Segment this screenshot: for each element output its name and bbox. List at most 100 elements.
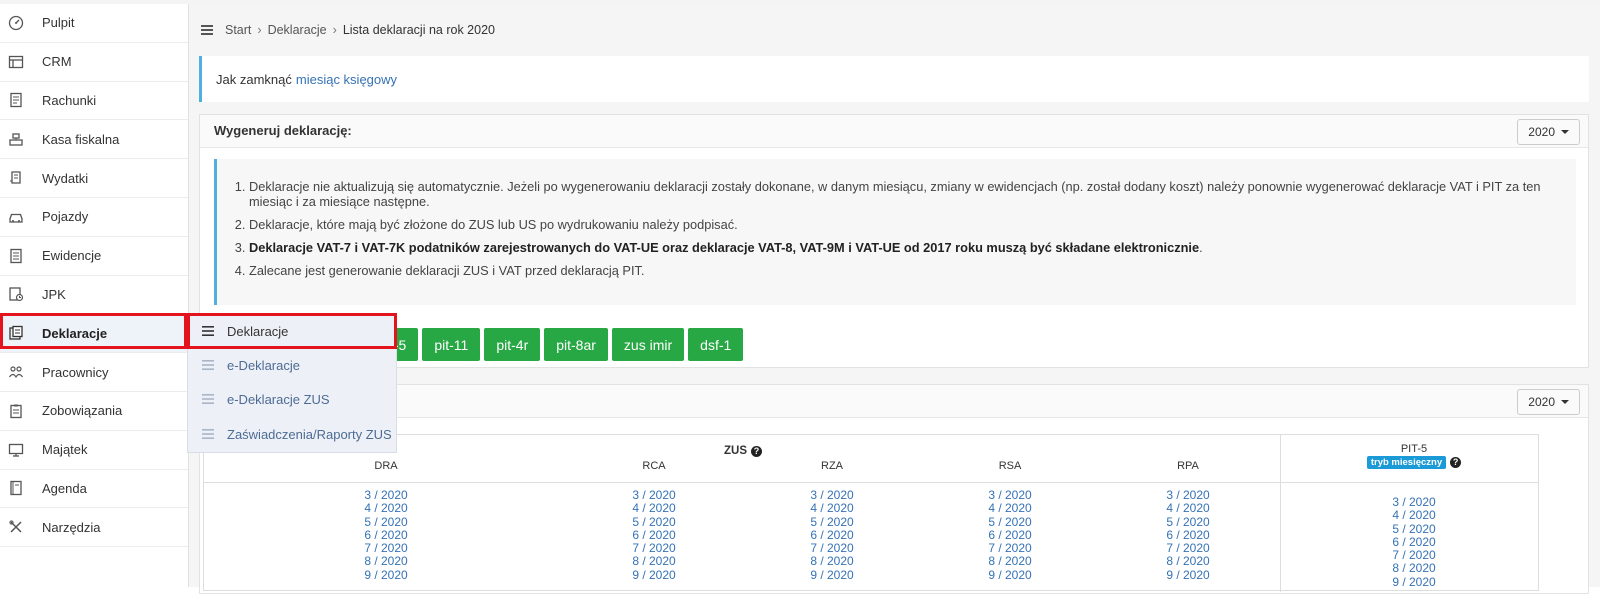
declaration-link[interactable]: 9 / 2020: [970, 568, 1050, 582]
sidebar-item-zobowiązania[interactable]: Zobowiązania: [0, 392, 188, 431]
declaration-link[interactable]: 5 / 2020: [792, 515, 872, 529]
generate-panel: Wygeneruj deklarację: 2020 Deklaracje ni…: [199, 114, 1589, 368]
declaration-link[interactable]: 4 / 2020: [614, 501, 694, 515]
declaration-link[interactable]: 7 / 2020: [792, 541, 872, 555]
generate-button-dsf-1[interactable]: dsf-1: [688, 328, 744, 361]
column-header-dra: DRA: [374, 460, 398, 472]
sidebar-item-rachunki[interactable]: Rachunki: [0, 82, 188, 121]
zus-group-label: ZUS: [724, 445, 747, 457]
pit-declaration-link[interactable]: 6 / 2020: [1374, 535, 1454, 549]
sidebar-item-narzędzia[interactable]: Narzędzia: [0, 508, 188, 548]
declaration-link[interactable]: 3 / 2020: [346, 488, 426, 502]
declaration-link[interactable]: 6 / 2020: [792, 528, 872, 542]
pit-declaration-link[interactable]: 4 / 2020: [1374, 508, 1454, 522]
pit-declaration-link[interactable]: 7 / 2020: [1374, 548, 1454, 562]
list-year-select[interactable]: 2020: [1517, 389, 1580, 415]
employees-icon: [9, 366, 23, 379]
declaration-link[interactable]: 9 / 2020: [346, 568, 426, 582]
pit-declaration-link[interactable]: 5 / 2020: [1374, 522, 1454, 536]
breadcrumb-declarations[interactable]: Deklaracje: [268, 23, 327, 37]
notes-box: Deklaracje nie aktualizują się automatyc…: [214, 159, 1576, 305]
pit-declaration-link[interactable]: 9 / 2020: [1374, 575, 1454, 589]
note-item-bold: Deklaracje VAT-7 i VAT-7K podatników zar…: [249, 240, 1200, 255]
submenu-item-deklaracje[interactable]: Deklaracje: [188, 314, 396, 348]
caret-down-icon: [1561, 400, 1569, 404]
pit-declaration-link[interactable]: 3 / 2020: [1374, 495, 1454, 509]
cash-register-icon: [9, 133, 23, 146]
generate-button-zus-imir[interactable]: zus imir: [611, 328, 685, 361]
sidebar-item-kasa-fiskalna[interactable]: Kasa fiskalna: [0, 120, 188, 160]
declaration-link[interactable]: 3 / 2020: [614, 488, 694, 502]
sidebar-item-majątek[interactable]: Majątek: [0, 431, 188, 470]
ledger-icon: [10, 248, 22, 263]
generate-button-pit-4r[interactable]: pit-4r: [484, 328, 541, 361]
generate-button-pit-11[interactable]: pit-11: [422, 328, 481, 361]
declaration-link[interactable]: 7 / 2020: [1148, 541, 1228, 555]
declaration-link[interactable]: 6 / 2020: [970, 528, 1050, 542]
declaration-link[interactable]: 9 / 2020: [792, 568, 872, 582]
declaration-link[interactable]: 5 / 2020: [614, 515, 694, 529]
sidebar-item-label: Agenda: [42, 480, 87, 496]
declaration-link[interactable]: 8 / 2020: [792, 555, 872, 569]
declaration-link[interactable]: 8 / 2020: [346, 555, 426, 569]
declaration-link[interactable]: 6 / 2020: [346, 528, 426, 542]
column-pit-5: 3 / 2020 4 / 2020 5 / 2020 6 / 2020 7 / 2020…: [1374, 495, 1454, 589]
declaration-link[interactable]: 9 / 2020: [1148, 568, 1228, 582]
menu-toggle-icon[interactable]: [201, 25, 213, 35]
sidebar-item-jpk[interactable]: JPK: [0, 276, 188, 315]
declaration-link[interactable]: 4 / 2020: [346, 501, 426, 515]
sidebar-item-label: Pulpit: [42, 15, 75, 31]
sidebar-item-label: Rachunki: [42, 92, 97, 108]
column-rza: 3 / 2020 4 / 2020 5 / 2020 6 / 2020 7 / 2020…: [792, 488, 872, 582]
submenu-item-e-deklaracje-zus[interactable]: e-Deklaracje ZUS: [188, 382, 396, 416]
declaration-link[interactable]: 3 / 2020: [970, 488, 1050, 502]
help-icon[interactable]: ?: [1450, 457, 1462, 468]
submenu-item-e-deklaracje[interactable]: e-Deklaracje: [188, 348, 396, 382]
declaration-link[interactable]: 4 / 2020: [1148, 501, 1228, 515]
declarations-table: ZUS ? DRA RCA RZA RSA RPA PIT-5 tryb mie…: [203, 434, 1539, 592]
sidebar-item-ewidencje[interactable]: Ewidencje: [0, 237, 188, 276]
declaration-link[interactable]: 9 / 2020: [614, 568, 694, 582]
sidebar-item-pojazdy[interactable]: Pojazdy: [0, 198, 188, 237]
declaration-link[interactable]: 8 / 2020: [614, 555, 694, 569]
agenda-icon: [10, 481, 22, 496]
caret-down-icon: [1561, 130, 1569, 134]
declaration-link[interactable]: 5 / 2020: [346, 515, 426, 529]
year-select[interactable]: 2020: [1517, 119, 1580, 145]
sidebar-item-wydatki[interactable]: Wydatki: [0, 159, 188, 198]
list-icon: [202, 326, 214, 336]
pit-declaration-link[interactable]: 8 / 2020: [1374, 562, 1454, 576]
column-rca: 3 / 2020 4 / 2020 5 / 2020 6 / 2020 7 / 2020…: [614, 488, 694, 582]
declaration-link[interactable]: 5 / 2020: [970, 515, 1050, 529]
breadcrumb-current: Lista deklaracji na rok 2020: [342, 23, 495, 37]
generate-button-pit-8ar[interactable]: pit-8ar: [544, 328, 608, 361]
declaration-link[interactable]: 7 / 2020: [346, 541, 426, 555]
help-icon[interactable]: ?: [751, 445, 762, 457]
declaration-link[interactable]: 3 / 2020: [792, 488, 872, 502]
sidebar-item-label: Ewidencje: [42, 248, 102, 264]
sidebar-item-pracownicy[interactable]: Pracownicy: [0, 353, 188, 392]
sidebar-item-agenda[interactable]: Agenda: [0, 470, 188, 509]
info-link[interactable]: miesiąc księgowy: [296, 72, 397, 87]
generate-panel-header: Wygeneruj deklarację: 2020: [200, 115, 1588, 148]
declaration-link[interactable]: 6 / 2020: [1148, 528, 1228, 542]
submenu-item-za-wiadczenia-raporty-zus[interactable]: Zaświadczenia/Raporty ZUS: [188, 417, 396, 451]
declaration-link[interactable]: 5 / 2020: [1148, 515, 1228, 529]
declaration-link[interactable]: 4 / 2020: [792, 501, 872, 515]
sidebar-item-crm[interactable]: CRM: [0, 43, 188, 82]
sidebar-item-label: Deklaracje: [42, 325, 108, 341]
receipt-icon: [10, 93, 22, 108]
expenses-icon: [10, 171, 21, 184]
breadcrumb: Start › Deklaracje › Lista deklaracji na…: [201, 20, 495, 40]
declaration-link[interactable]: 7 / 2020: [970, 541, 1050, 555]
declaration-link[interactable]: 4 / 2020: [970, 501, 1050, 515]
declaration-link[interactable]: 7 / 2020: [614, 541, 694, 555]
sidebar-item-label: Majątek: [42, 442, 88, 458]
declaration-link[interactable]: 6 / 2020: [614, 528, 694, 542]
breadcrumb-start[interactable]: Start: [225, 23, 251, 37]
declaration-link[interactable]: 8 / 2020: [1148, 555, 1228, 569]
declaration-link[interactable]: 3 / 2020: [1148, 488, 1228, 502]
sidebar-item-deklaracje[interactable]: Deklaracje: [0, 314, 188, 354]
sidebar-item-pulpit[interactable]: Pulpit: [0, 4, 188, 43]
declaration-link[interactable]: 8 / 2020: [970, 555, 1050, 569]
